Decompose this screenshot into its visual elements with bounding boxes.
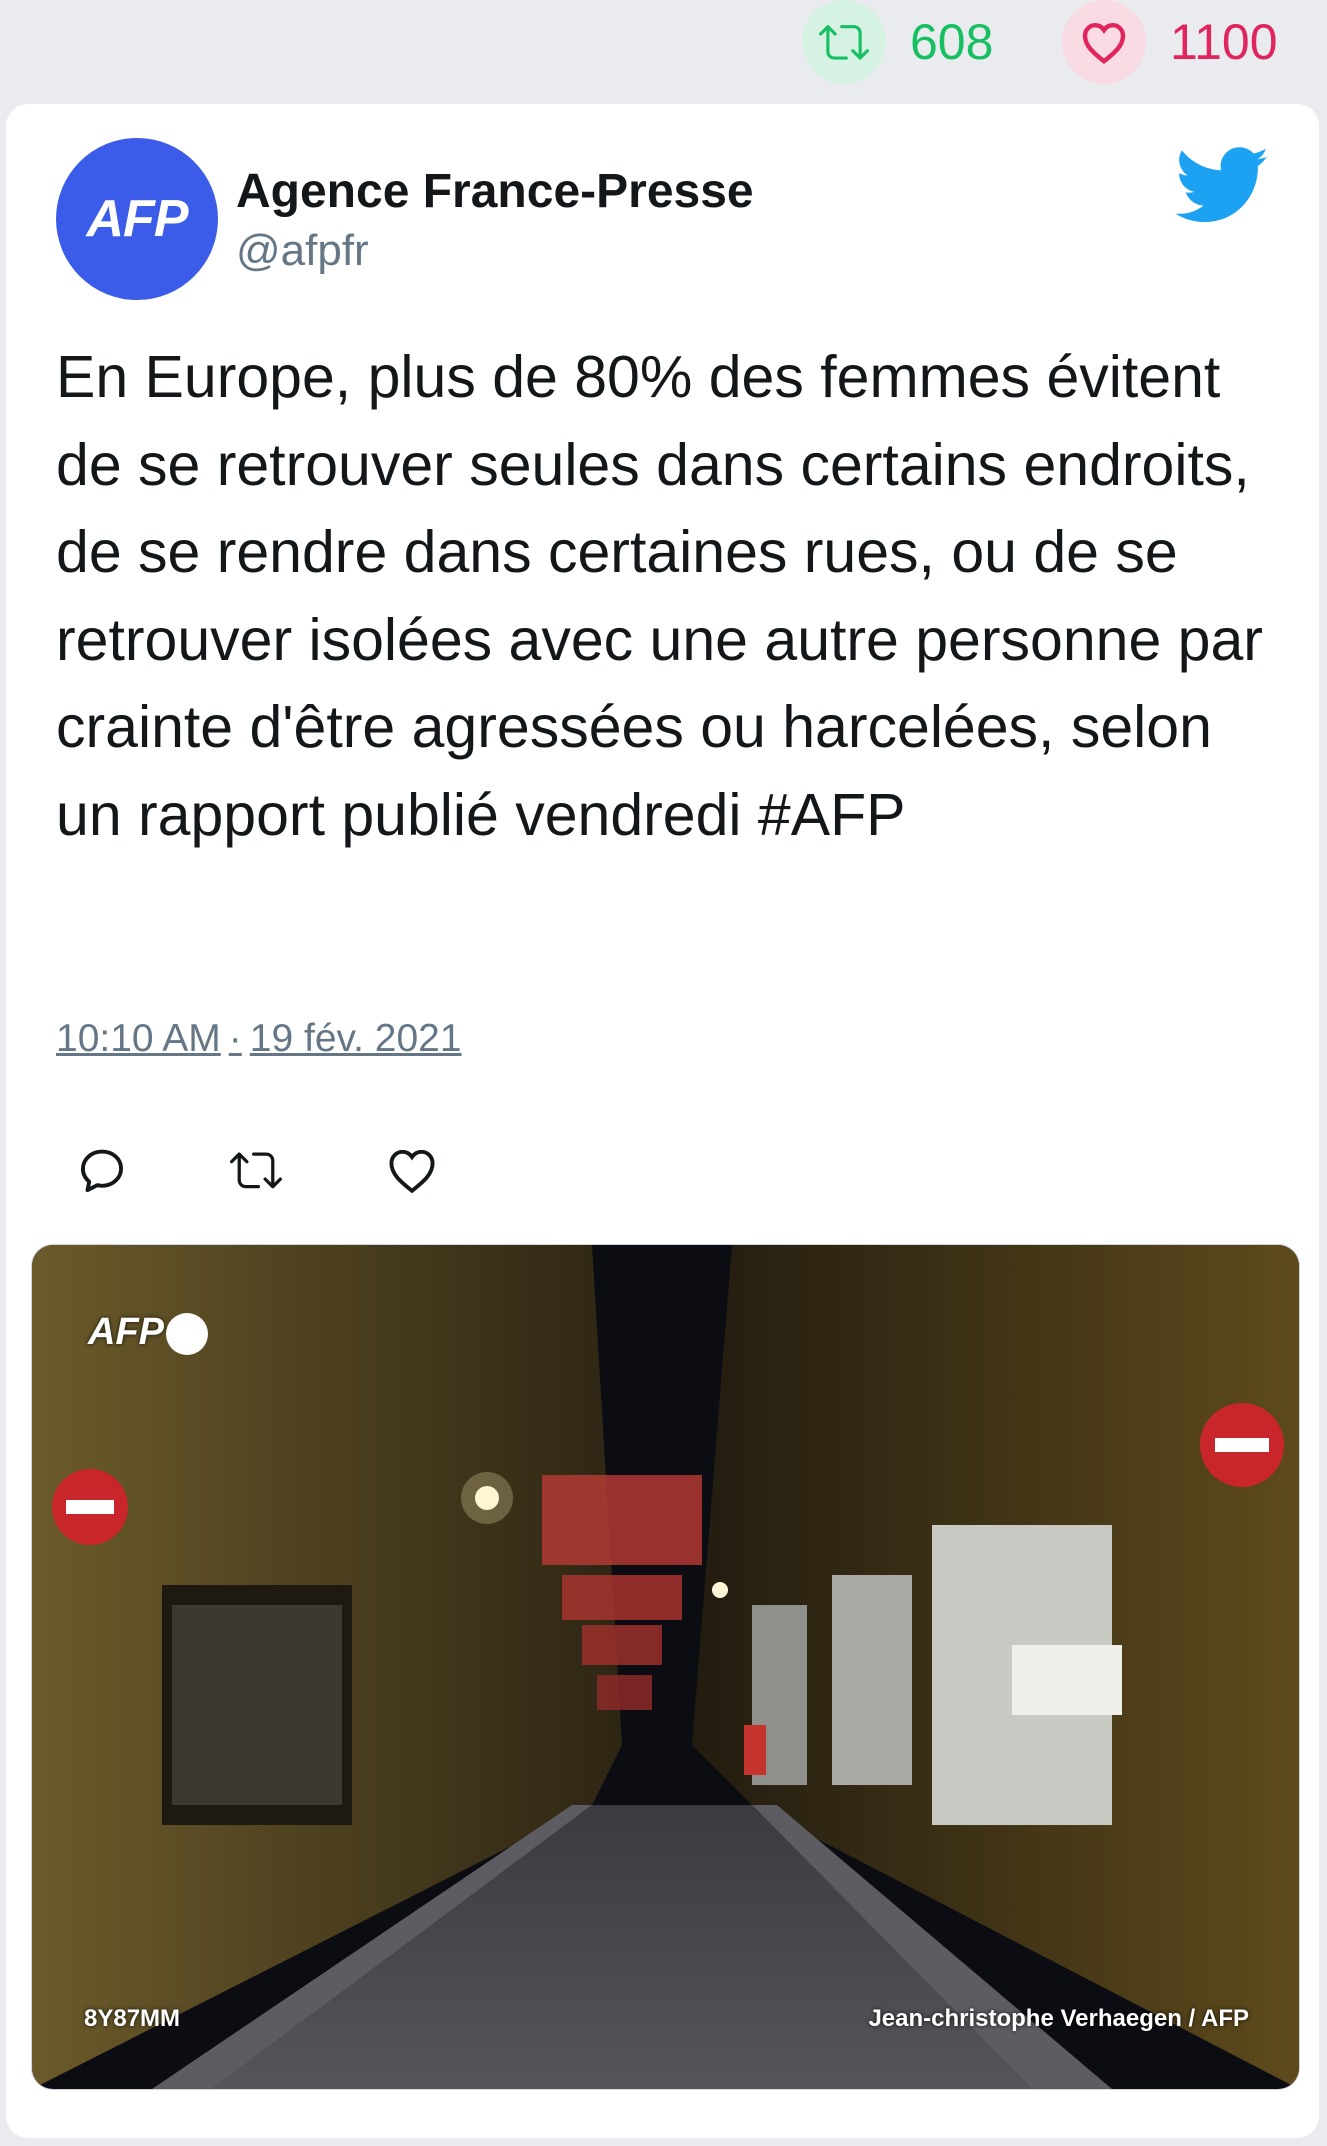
tweet-timestamp[interactable]: 10:10 AM · 19 fév. 2021 [56,1017,462,1061]
timestamp-separator: · [228,1017,242,1060]
tweet-date: 19 fév. 2021 [249,1017,462,1060]
heart-icon[interactable] [1062,0,1146,84]
retweet-icon[interactable] [802,0,886,84]
engagement-stats: 608 1100 [0,0,1327,100]
reply-button[interactable] [76,1144,128,1201]
tweet-photo[interactable]: AFP 8Y87MM Jean-christophe Verhaegen / A… [31,1244,1300,2090]
author-name[interactable]: Agence France-Presse [236,164,754,219]
night-street-photo [32,1245,1299,2089]
heart-icon [389,1149,435,1194]
tweet-time: 10:10 AM [56,1017,221,1060]
tweet-card: AFP Agence France-Presse @afpfr En Europ… [6,104,1319,2138]
like-count-stat[interactable]: 1100 [1062,0,1278,84]
twitter-bird-icon[interactable] [1175,146,1270,231]
retweet-icon [229,1152,282,1189]
like-button[interactable] [386,1144,438,1201]
retweet-button[interactable] [228,1144,284,1201]
author-handle[interactable]: @afpfr [236,226,369,276]
retweet-count-stat[interactable]: 608 [802,0,993,84]
tweet-text: En Europe, plus de 80% des femmes éviten… [56,344,1263,848]
avatar[interactable]: AFP [56,138,218,300]
retweet-count: 608 [910,14,994,70]
photo-credit: Jean-christophe Verhaegen / AFP [868,2005,1249,2032]
photo-id: 8Y87MM [84,2005,181,2032]
avatar-text: AFP [86,190,189,248]
afp-watermark: AFP [88,1311,208,1355]
reply-icon [80,1149,124,1193]
like-count: 1100 [1170,14,1278,70]
